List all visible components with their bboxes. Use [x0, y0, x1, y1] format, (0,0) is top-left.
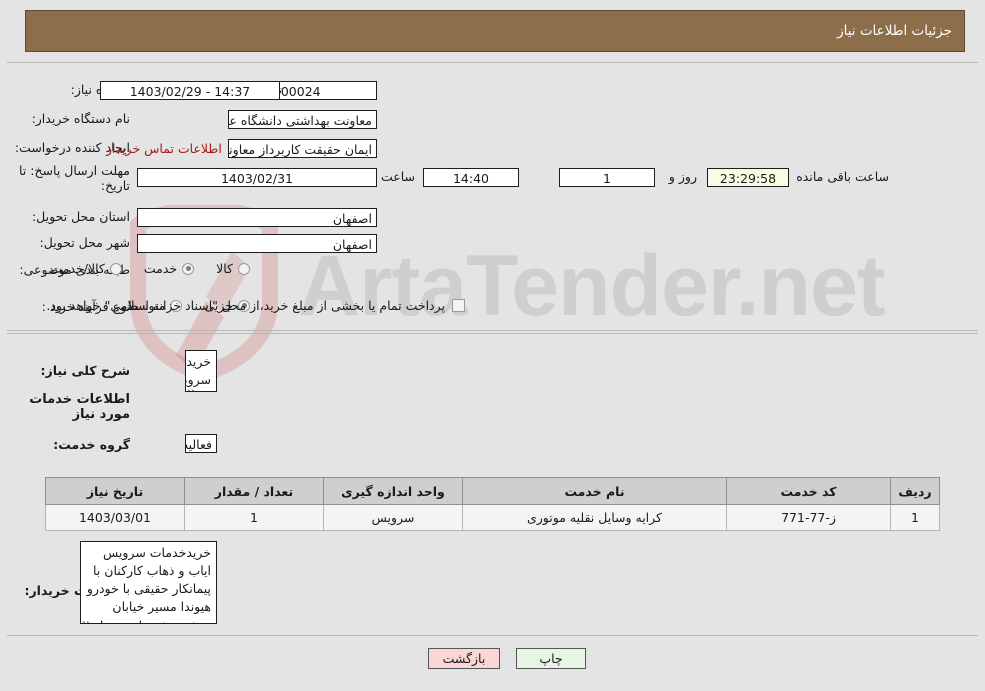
- back-button[interactable]: بازگشت: [428, 648, 500, 669]
- summary-label: شرح کلی نیاز:: [40, 363, 130, 378]
- resize-handle-icon[interactable]: [187, 380, 198, 391]
- category-options: کالا خدمت کالا/خدمت: [28, 261, 250, 276]
- days-and-label: روز و: [668, 169, 697, 184]
- summary-textarea[interactable]: خریدخدمات سرویس ایاب و ذهاب کارکنان با پ…: [185, 350, 217, 392]
- radio-selected-icon[interactable]: [182, 262, 195, 275]
- requester-field[interactable]: ایمان حقیقت کاربرداز معاونت بهداشتی دانش…: [228, 139, 377, 158]
- buyer-notes-text: خریدخدمات سرویس ایاب و ذهاب کارکنان با پ…: [86, 545, 211, 623]
- service-group-field[interactable]: فعالیت‌های اداری و خدمات پشتیبانی: [185, 434, 217, 453]
- cell-radif: 1: [890, 504, 940, 531]
- col-service-code: کد خدمت: [726, 477, 891, 505]
- service-group-label: گروه خدمت:: [53, 437, 130, 452]
- cell-service-name: کرایه وسایل نقلیه موتوری: [462, 504, 727, 531]
- remaining-time-field[interactable]: 23:29:58: [707, 168, 789, 187]
- radio-icon[interactable]: [109, 262, 122, 275]
- resize-handle-icon[interactable]: [82, 612, 93, 623]
- table-header-row: ردیف کد خدمت نام خدمت واحد اندازه گیری ت…: [45, 477, 940, 505]
- page-title: جزئیات اطلاعات نیاز: [837, 23, 952, 39]
- category-option-kala[interactable]: کالا: [216, 261, 250, 276]
- window-titlebar: جزئیات اطلاعات نیاز: [25, 10, 965, 52]
- category-option-khedmat[interactable]: خدمت: [144, 261, 195, 276]
- remaining-days-field[interactable]: 1: [559, 168, 655, 187]
- city-field[interactable]: اصفهان: [137, 234, 377, 253]
- deadline-hour-label: ساعت: [380, 169, 415, 184]
- buyer-contact-link[interactable]: اطلاعات تماس خریدار: [106, 141, 222, 156]
- city-label: شهر محل تحویل:: [39, 235, 130, 250]
- announce-datetime-field[interactable]: 14:37 - 1403/02/29: [100, 81, 280, 100]
- province-label: استان محل تحویل:: [31, 209, 130, 224]
- deadline-label: مهلت ارسال پاسخ: تا تاریخ:: [19, 163, 130, 193]
- cell-quantity: 1: [184, 504, 324, 531]
- deadline-time-field[interactable]: 14:40: [423, 168, 519, 187]
- col-radif: ردیف: [890, 477, 940, 505]
- need-info-panel: [7, 62, 978, 331]
- buyer-org-field[interactable]: معاونت بهداشتی دانشگاه علوم پزشکی اصفهان: [228, 110, 377, 129]
- col-need-date: تاریخ نیاز: [45, 477, 185, 505]
- cell-service-code: ز-77-771: [726, 504, 891, 531]
- treasury-checkbox-row[interactable]: پرداخت تمام یا بخشی از مبلغ خرید،از محل …: [46, 298, 465, 313]
- deadline-date-field[interactable]: 1403/02/31: [137, 168, 377, 187]
- buyer-org-label: نام دستگاه خریدار:: [31, 111, 130, 126]
- cell-need-date: 1403/03/01: [45, 504, 185, 531]
- checkbox-icon[interactable]: [452, 299, 465, 312]
- province-field[interactable]: اصفهان: [137, 208, 377, 227]
- col-quantity: تعداد / مقدار: [184, 477, 324, 505]
- buyer-notes-textarea[interactable]: خریدخدمات سرویس ایاب و ذهاب کارکنان با پ…: [80, 541, 217, 624]
- remaining-suffix-label: ساعت باقی مانده: [796, 169, 889, 184]
- table-row: 1 ز-77-771 کرایه وسایل نقلیه موتوری سروی…: [45, 504, 940, 531]
- col-service-name: نام خدمت: [462, 477, 727, 505]
- radio-icon[interactable]: [238, 262, 250, 275]
- category-option-kala-khedmat[interactable]: کالا/خدمت: [50, 261, 122, 276]
- print-button[interactable]: چاپ: [516, 648, 586, 669]
- cell-unit: سرویس: [323, 504, 463, 531]
- services-table: ردیف کد خدمت نام خدمت واحد اندازه گیری ت…: [45, 477, 940, 531]
- col-unit: واحد اندازه گیری: [323, 477, 463, 505]
- services-heading: اطلاعات خدمات مورد نیاز: [29, 392, 130, 422]
